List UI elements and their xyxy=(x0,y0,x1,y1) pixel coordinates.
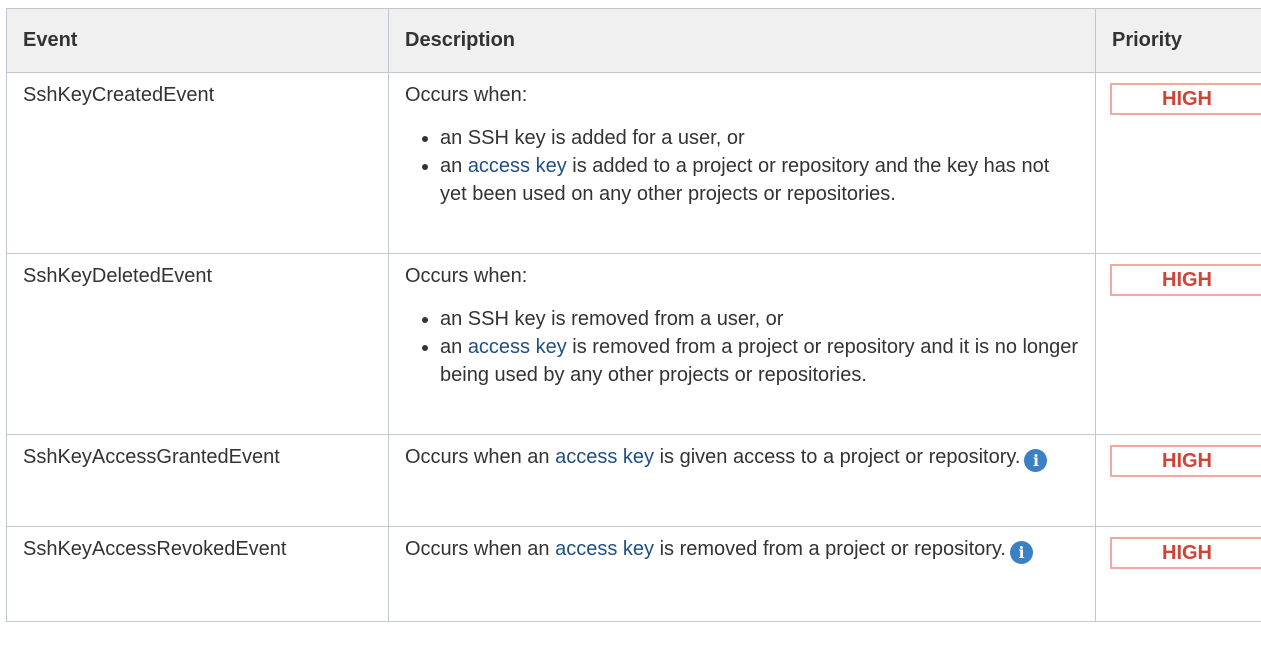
access-key-link[interactable]: access key xyxy=(555,538,654,560)
priority-cell: HIGH xyxy=(1095,72,1261,254)
description-list: an SSH key is added for a user, or an ac… xyxy=(405,124,1079,208)
table-row: SshKeyDeletedEvent Occurs when: an SSH k… xyxy=(6,253,1261,435)
priority-badge: HIGH xyxy=(1110,264,1261,296)
access-key-link[interactable]: access key xyxy=(555,446,654,468)
priority-badge: HIGH xyxy=(1110,537,1261,569)
description-text-before: Occurs when an xyxy=(405,538,556,560)
description-text-before: Occurs when an xyxy=(405,446,556,468)
access-key-link[interactable]: access key xyxy=(468,155,567,177)
access-key-link[interactable]: access key xyxy=(468,336,567,358)
column-header-event: Event xyxy=(6,8,389,73)
table-row: SshKeyAccessRevokedEvent Occurs when an … xyxy=(6,526,1261,622)
event-name: SshKeyDeletedEvent xyxy=(6,253,389,435)
column-header-priority: Priority xyxy=(1095,8,1261,73)
table-row: SshKeyCreatedEvent Occurs when: an SSH k… xyxy=(6,72,1261,254)
priority-cell: HIGH xyxy=(1095,434,1261,527)
description-text-after: is given access to a project or reposito… xyxy=(654,446,1021,468)
event-description: Occurs when an access key is removed fro… xyxy=(388,526,1096,622)
info-icon[interactable]: i xyxy=(1024,449,1048,472)
event-description: Occurs when an access key is given acces… xyxy=(388,434,1096,527)
description-intro: Occurs when: xyxy=(405,265,528,287)
bullet-text-before: an xyxy=(440,336,468,358)
event-name: SshKeyAccessGrantedEvent xyxy=(6,434,389,527)
table-row: SshKeyAccessGrantedEvent Occurs when an … xyxy=(6,434,1261,527)
bullet-text-before: an xyxy=(440,155,468,177)
description-text-after: is removed from a project or repository. xyxy=(654,538,1006,560)
description-list: an SSH key is removed from a user, or an… xyxy=(405,305,1079,389)
list-item: an SSH key is added for a user, or xyxy=(440,124,1079,152)
list-item: an access key is added to a project or r… xyxy=(440,152,1079,208)
events-table: Event Description Priority SshKeyCreated… xyxy=(6,8,1261,622)
event-description: Occurs when: an SSH key is added for a u… xyxy=(388,72,1096,254)
event-name: SshKeyAccessRevokedEvent xyxy=(6,526,389,622)
event-name: SshKeyCreatedEvent xyxy=(6,72,389,254)
events-table-container: Event Description Priority SshKeyCreated… xyxy=(6,8,1261,664)
priority-badge: HIGH xyxy=(1110,445,1261,477)
event-description: Occurs when: an SSH key is removed from … xyxy=(388,253,1096,435)
column-header-description: Description xyxy=(388,8,1096,73)
priority-badge: HIGH xyxy=(1110,83,1261,115)
priority-cell: HIGH xyxy=(1095,253,1261,435)
list-item: an access key is removed from a project … xyxy=(440,333,1079,389)
info-icon[interactable]: i xyxy=(1010,541,1033,564)
list-item: an SSH key is removed from a user, or xyxy=(440,305,1079,333)
table-header-row: Event Description Priority xyxy=(6,8,1261,73)
priority-cell: HIGH xyxy=(1095,526,1261,622)
description-intro: Occurs when: xyxy=(405,84,528,106)
